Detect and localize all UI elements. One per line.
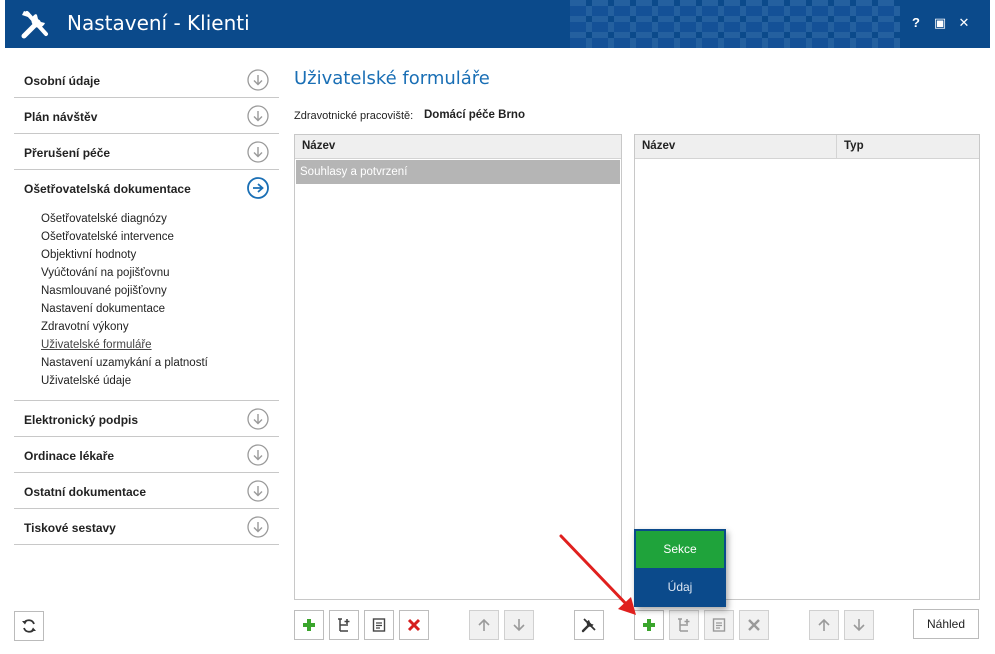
sidebar-section-tiskove-sestavy[interactable]: Tiskové sestavy <box>14 509 279 545</box>
sidebar-section-label: Elektronický podpis <box>24 413 139 427</box>
arrow-up-icon <box>818 618 830 631</box>
workplace-label: Zdravotnické pracoviště: <box>294 110 414 122</box>
move-form-up-button[interactable] <box>469 610 499 640</box>
delete-icon <box>407 618 421 632</box>
add-child-item-button[interactable] <box>669 610 699 640</box>
edit-item-button[interactable] <box>704 610 734 640</box>
add-child-icon <box>678 618 690 632</box>
wrench-screwdriver-icon <box>21 11 48 39</box>
edit-form-button[interactable] <box>364 610 394 640</box>
column-header-type[interactable]: Typ <box>844 140 864 152</box>
forms-grid: Název Souhlasy a potvrzení <box>294 134 622 600</box>
delete-item-button[interactable] <box>739 610 769 640</box>
chevron-down-circle-icon[interactable] <box>247 141 269 163</box>
delete-icon <box>748 619 760 631</box>
settings-sidebar: Osobní údaje Plán návštěv Přerušení péče… <box>14 62 279 545</box>
table-row[interactable]: Souhlasy a potvrzení <box>296 160 620 184</box>
sidebar-item-osetrovatelske-intervence[interactable]: Ošetřovatelské intervence <box>41 228 279 246</box>
arrow-down-icon <box>853 619 865 632</box>
menu-item-sekce[interactable]: Sekce <box>636 531 724 568</box>
move-form-down-button[interactable] <box>504 610 534 640</box>
sidebar-section-osetrovatelska-dokumentace[interactable]: Ošetřovatelská dokumentace <box>14 170 279 206</box>
sidebar-section-elektronicky-podpis[interactable]: Elektronický podpis <box>14 401 279 437</box>
menu-item-udaj[interactable]: Údaj <box>634 569 726 606</box>
sidebar-item-nastaveni-uzamykani[interactable]: Nastavení uzamykání a platností <box>41 354 279 372</box>
column-divider <box>836 135 837 159</box>
sidebar-item-vyuctovani[interactable]: Vyúčtování na pojišťovnu <box>41 264 279 282</box>
wrench-screwdriver-icon <box>581 618 596 633</box>
move-item-down-button[interactable] <box>844 610 874 640</box>
arrow-down-icon <box>513 619 525 632</box>
sidebar-item-objektivni-hodnoty[interactable]: Objektivní hodnoty <box>41 246 279 264</box>
chevron-down-circle-icon[interactable] <box>247 444 269 466</box>
page-title: Uživatelské formuláře <box>294 68 490 89</box>
sidebar-section-ostatni-dokumentace[interactable]: Ostatní dokumentace <box>14 473 279 509</box>
sidebar-section-plan-navstev[interactable]: Plán návštěv <box>14 98 279 134</box>
sidebar-section-label: Ostatní dokumentace <box>24 485 147 499</box>
sidebar-sublist: Ošetřovatelské diagnózy Ošetřovatelské i… <box>14 206 279 401</box>
edit-icon <box>372 618 386 632</box>
title-bar-pattern <box>570 0 900 48</box>
add-child-form-button[interactable] <box>329 610 359 640</box>
preview-button[interactable]: Náhled <box>913 609 979 639</box>
refresh-button[interactable] <box>14 611 44 641</box>
forms-grid-header: Název <box>295 135 621 159</box>
chevron-down-circle-icon[interactable] <box>247 408 269 430</box>
chevron-down-circle-icon[interactable] <box>247 105 269 127</box>
chevron-down-circle-icon[interactable] <box>247 69 269 91</box>
sidebar-section-label: Osobní údaje <box>24 74 101 88</box>
plus-icon <box>643 619 655 631</box>
sidebar-item-zdravotni-vykony[interactable]: Zdravotní výkony <box>41 318 279 336</box>
arrow-right-circle-icon[interactable] <box>247 177 269 199</box>
window-title: Nastavení - Klienti <box>67 11 250 35</box>
delete-form-button[interactable] <box>399 610 429 640</box>
sidebar-section-label: Ošetřovatelská dokumentace <box>24 182 191 196</box>
sidebar-section-label: Plán návštěv <box>24 110 98 124</box>
refresh-icon <box>22 619 36 633</box>
sidebar-section-label: Ordinace lékaře <box>24 449 115 463</box>
help-button[interactable]: ? <box>907 14 925 32</box>
sidebar-section-osobni-udaje[interactable]: Osobní údaje <box>14 62 279 98</box>
sidebar-item-nasmlouvane-pojistovny[interactable]: Nasmlouvané pojišťovny <box>41 282 279 300</box>
sidebar-section-label: Přerušení péče <box>24 146 111 160</box>
title-bar: Nastavení - Klienti ? ▣ ✕ <box>5 0 990 48</box>
arrow-up-icon <box>478 618 490 631</box>
sidebar-section-preruseni-pece[interactable]: Přerušení péče <box>14 134 279 170</box>
sidebar-section-ordinace-lekare[interactable]: Ordinace lékaře <box>14 437 279 473</box>
sidebar-item-nastaveni-dokumentace[interactable]: Nastavení dokumentace <box>41 300 279 318</box>
sidebar-section-label: Tiskové sestavy <box>24 521 116 535</box>
workplace-value: Domácí péče Brno <box>424 109 525 121</box>
add-form-button[interactable] <box>294 610 324 640</box>
move-item-up-button[interactable] <box>809 610 839 640</box>
sidebar-item-uzivatelske-formulare[interactable]: Uživatelské formuláře <box>41 336 279 354</box>
sidebar-item-uzivatelske-udaje[interactable]: Uživatelské údaje <box>41 372 279 390</box>
column-header-name[interactable]: Název <box>302 140 335 152</box>
chevron-down-circle-icon[interactable] <box>247 516 269 538</box>
plus-icon <box>303 619 315 631</box>
items-grid-header: Název Typ <box>635 135 979 159</box>
add-child-icon <box>338 618 350 632</box>
sidebar-item-osetrovatelske-diagnozy[interactable]: Ošetřovatelské diagnózy <box>41 210 279 228</box>
edit-icon <box>712 618 726 632</box>
add-item-dropdown: Sekce Údaj <box>634 529 726 607</box>
close-button[interactable]: ✕ <box>955 14 973 32</box>
maximize-button[interactable]: ▣ <box>931 14 949 32</box>
chevron-down-circle-icon[interactable] <box>247 480 269 502</box>
column-header-name[interactable]: Název <box>642 140 675 152</box>
add-item-button[interactable] <box>634 610 664 640</box>
form-settings-button[interactable] <box>574 610 604 640</box>
